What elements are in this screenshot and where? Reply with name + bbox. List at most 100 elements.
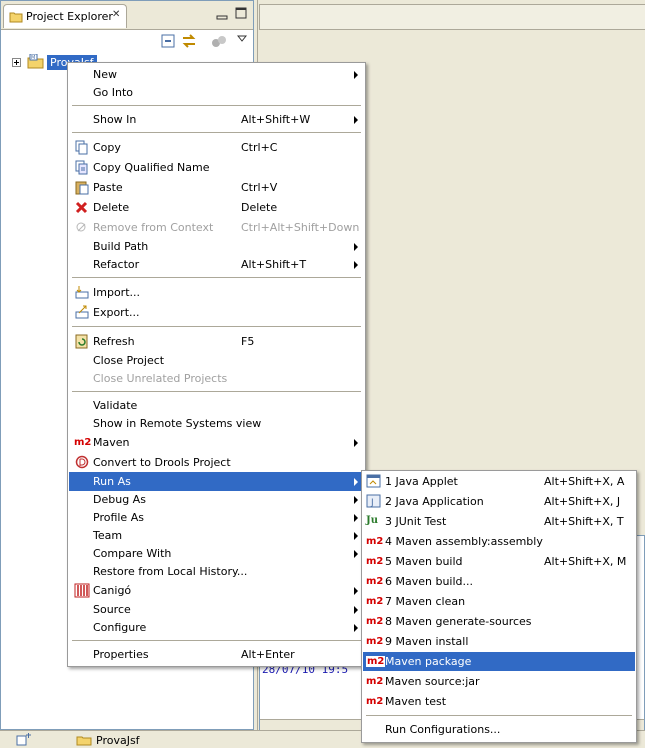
submenu-arrow-icon <box>354 514 358 522</box>
submenu-arrow-icon <box>354 71 358 79</box>
menu-item-properties[interactable]: Properties Alt+Enter <box>69 645 364 664</box>
menu-item-label: Convert to Drools Project <box>93 456 231 469</box>
java-application-icon: J <box>366 494 381 508</box>
menu-item-profile-as[interactable]: Profile As <box>69 508 364 527</box>
menu-item-java-applet[interactable]: 1 Java Applet Alt+Shift+X, A <box>363 472 635 491</box>
menu-item-label: Maven package <box>385 655 472 668</box>
menu-item-label: 7 Maven clean <box>385 595 466 608</box>
menu-item-label: Close Unrelated Projects <box>93 372 228 385</box>
menu-separator <box>72 105 361 106</box>
maven-icon: m2 <box>366 696 384 707</box>
status-label: ProvaJsf <box>96 734 140 747</box>
menu-item-remove-from-context[interactable]: Remove from Context Ctrl+Alt+Shift+Down <box>69 218 364 237</box>
menu-item-label: Maven test <box>385 695 447 708</box>
menu-item-copy-qualified-name[interactable]: Copy Qualified Name <box>69 158 364 177</box>
menu-item-show-in[interactable]: Show In Alt+Shift+W <box>69 110 364 129</box>
menu-item-configure[interactable]: Configure <box>69 618 364 637</box>
menu-item-label: Remove from Context <box>93 221 214 234</box>
menu-item-paste[interactable]: Paste Ctrl+V <box>69 178 364 197</box>
menu-separator <box>366 715 632 716</box>
menu-item-team[interactable]: Team <box>69 526 364 545</box>
remove-from-context-icon <box>76 222 86 232</box>
menu-item-close-unrelated-projects[interactable]: Close Unrelated Projects <box>69 369 364 388</box>
menu-separator <box>72 391 361 392</box>
menu-item-label: 9 Maven install <box>385 635 469 648</box>
menu-item-maven-source-jar[interactable]: m2 Maven source:jar <box>363 672 635 691</box>
tab-project-explorer[interactable]: Project Explorer ✕ <box>3 4 127 28</box>
submenu-arrow-icon <box>354 606 358 614</box>
menu-item-label: 2 Java Application <box>385 495 484 508</box>
menu-item-new[interactable]: New <box>69 65 364 84</box>
menu-item-close-project[interactable]: Close Project <box>69 351 364 370</box>
menu-item-label: Maven <box>93 436 130 449</box>
menu-item-label: Properties <box>93 648 149 661</box>
submenu-arrow-icon <box>354 550 358 558</box>
paste-icon <box>75 181 89 195</box>
menu-item-maven-package[interactable]: m2 Maven package <box>363 652 635 671</box>
maven-icon: m2 <box>366 576 384 587</box>
menu-item-shortcut: Alt+Shift+T <box>241 258 307 271</box>
menu-item-shortcut: Alt+Enter <box>241 648 295 661</box>
submenu-arrow-icon <box>354 243 358 251</box>
menu-item-label: Debug As <box>93 493 146 506</box>
close-icon[interactable]: ✕ <box>112 9 120 20</box>
view-menu-icon[interactable] <box>237 35 247 43</box>
menu-item-refresh[interactable]: Refresh F5 <box>69 332 364 351</box>
maven-icon: m2 <box>74 437 92 448</box>
menu-item-source[interactable]: Source <box>69 600 364 619</box>
menu-item-validate[interactable]: Validate <box>69 396 364 415</box>
menu-item-maven-install[interactable]: m2 9 Maven install <box>363 632 635 651</box>
menu-item-junit-test[interactable]: Ju 3 JUnit Test Alt+Shift+X, T <box>363 512 635 531</box>
menu-item-label: Paste <box>93 181 123 194</box>
menu-item-label: New <box>93 68 117 81</box>
java-project-icon: M <box>27 54 44 69</box>
collapse-all-icon[interactable] <box>161 34 175 48</box>
menu-item-shortcut: Ctrl+C <box>241 141 278 154</box>
menu-item-show-in-remote-systems[interactable]: Show in Remote Systems view <box>69 414 364 433</box>
menu-item-label: Close Project <box>93 354 165 367</box>
menu-item-label: Refactor <box>93 258 140 271</box>
menu-item-copy[interactable]: Copy Ctrl+C <box>69 138 364 157</box>
menu-item-compare-with[interactable]: Compare With <box>69 544 364 563</box>
explorer-tab-bar: Project Explorer ✕ <box>1 1 253 30</box>
maven-icon: m2 <box>366 556 384 567</box>
menu-item-maven-assembly[interactable]: m2 4 Maven assembly:assembly <box>363 532 635 551</box>
minimize-icon[interactable] <box>216 10 228 20</box>
submenu-arrow-icon <box>354 116 358 124</box>
menu-item-label: Profile As <box>93 511 144 524</box>
menu-item-refactor[interactable]: Refactor Alt+Shift+T <box>69 255 364 274</box>
maximize-icon[interactable] <box>235 7 247 19</box>
menu-item-run-configurations[interactable]: Run Configurations... <box>363 720 635 739</box>
link-with-editor-icon[interactable] <box>181 33 197 49</box>
svg-text:J: J <box>370 498 374 508</box>
menu-item-delete[interactable]: Delete Delete <box>69 198 364 217</box>
menu-item-label: Run As <box>93 475 131 488</box>
menu-item-label: Validate <box>93 399 138 412</box>
menu-item-maven-build[interactable]: m2 5 Maven build Alt+Shift+X, M <box>363 552 635 571</box>
drools-icon <box>75 455 89 469</box>
fast-view-icon[interactable] <box>16 733 32 746</box>
menu-item-run-as[interactable]: Run As <box>69 472 364 491</box>
menu-item-convert-to-drools[interactable]: Convert to Drools Project <box>69 453 364 472</box>
menu-item-label: Team <box>93 529 123 542</box>
menu-item-build-path[interactable]: Build Path <box>69 237 364 256</box>
menu-separator <box>72 132 361 133</box>
menu-item-import[interactable]: Import... <box>69 283 364 302</box>
menu-item-shortcut: Ctrl+Alt+Shift+Down <box>241 221 360 234</box>
menu-item-export[interactable]: Export... <box>69 303 364 322</box>
menu-item-java-application[interactable]: J 2 Java Application Alt+Shift+X, J <box>363 492 635 511</box>
menu-item-restore-from-local-history[interactable]: Restore from Local History... <box>69 562 364 581</box>
menu-item-maven-clean[interactable]: m2 7 Maven clean <box>363 592 635 611</box>
copy-qualified-name-icon <box>75 160 88 175</box>
menu-item-canigo[interactable]: Canigó <box>69 581 364 600</box>
menu-item-maven[interactable]: m2 Maven <box>69 433 364 452</box>
maven-icon: m2 <box>366 616 384 627</box>
menu-item-maven-generate-sources[interactable]: m2 8 Maven generate-sources <box>363 612 635 631</box>
menu-item-go-into[interactable]: Go Into <box>69 83 364 102</box>
menu-item-maven-test[interactable]: m2 Maven test <box>363 692 635 711</box>
expand-icon[interactable] <box>12 58 21 67</box>
menu-item-maven-build-dialog[interactable]: m2 6 Maven build... <box>363 572 635 591</box>
menu-item-label: Build Path <box>93 240 149 253</box>
menu-item-debug-as[interactable]: Debug As <box>69 490 364 509</box>
filters-icon[interactable] <box>211 33 229 49</box>
